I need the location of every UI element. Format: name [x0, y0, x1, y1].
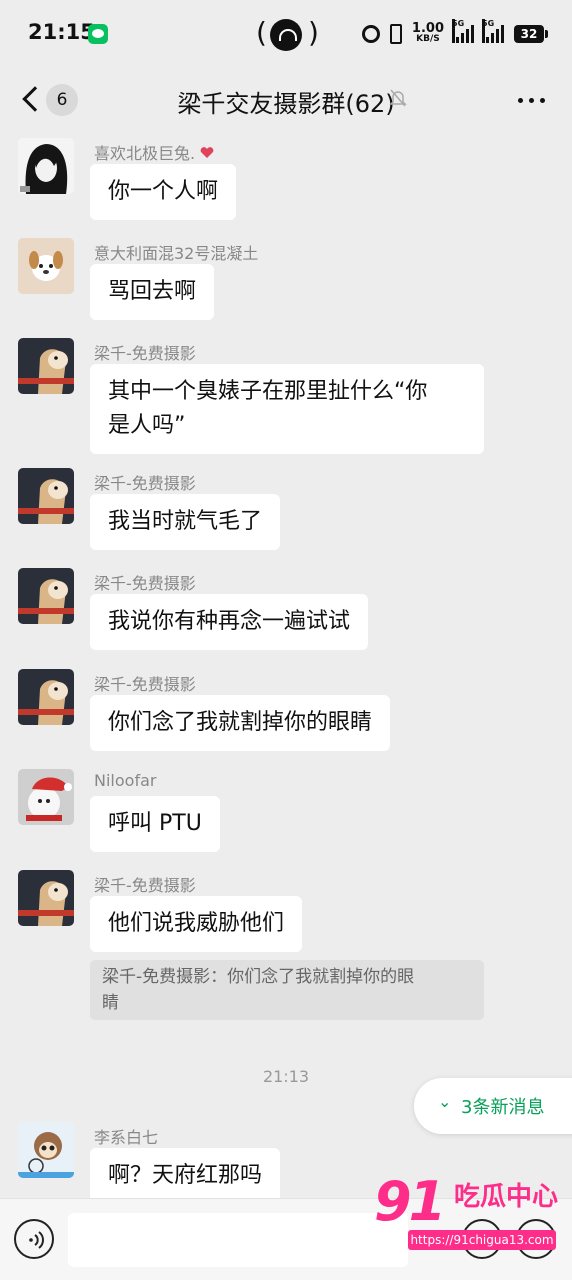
sender-name: 梁千-免费摄影 [94, 474, 196, 493]
voice-input-button[interactable] [14, 1219, 54, 1259]
message-text: 是人吗” [108, 413, 186, 438]
message-bubble[interactable]: 他们说我威胁他们 [90, 896, 303, 952]
message-bubble[interactable]: 我当时就气毛了 [90, 494, 281, 550]
sender-name: 梁千-免费摄影 [94, 876, 196, 895]
signal-type-label: 5G [452, 19, 464, 43]
watermark-number: 91 [374, 1170, 446, 1233]
wechat-notification-icon [88, 24, 108, 44]
network-speed-unit: KB/S [416, 34, 440, 44]
message-text: 其中一个臭婊子在那里扯什么“你 [108, 379, 428, 404]
avatar[interactable] [18, 138, 74, 194]
message-bubble[interactable]: 你一个人啊 [90, 164, 237, 220]
status-bar: 21:15 ( ) 1.00 KB/S 5G 5G 32 [0, 0, 572, 68]
sender-name: 梁千-免费摄影 [94, 675, 196, 694]
message-bubble[interactable]: 啊？天府红那吗 [90, 1148, 281, 1198]
more-options-button[interactable] [518, 98, 546, 104]
voice-icon [29, 1231, 44, 1249]
sender-name: 李系白七 [94, 1128, 159, 1147]
hotspot-pill-icon: ( ) [256, 16, 319, 51]
status-time: 21:15 [28, 20, 95, 44]
sender-name: 梁千-免费摄影 [94, 344, 196, 363]
message-list[interactable]: 喜欢北极巨兔. 你一个人啊 意大利面混32号混凝土 骂回去啊 梁千-免费摄影 其… [0, 132, 572, 1198]
vibrate-icon [389, 24, 402, 44]
sender-name: Niloofar [94, 771, 157, 790]
message-bubble[interactable]: 其中一个臭婊子在那里扯什么“你 是人吗” [90, 364, 484, 454]
chat-header: 6 梁千交友摄影群(62) [0, 68, 572, 132]
watermark-logo: 91 吃瓜中心 https://91chigua13.com [372, 1170, 562, 1260]
avatar[interactable] [18, 568, 74, 624]
avatar[interactable] [18, 338, 74, 394]
battery-icon: 32 [514, 25, 548, 43]
double-chevron-down-icon: ⌄ [438, 1092, 452, 1111]
mute-bell-icon [389, 89, 407, 107]
avatar[interactable] [18, 870, 74, 926]
sender-name: 意大利面混32号混凝土 [94, 244, 259, 263]
chat-title: 梁千交友摄影群(62) [177, 90, 395, 118]
signal-icon: 5G [452, 19, 474, 43]
avatar[interactable] [18, 669, 74, 725]
quoted-text: 梁千-免费摄影：你们念了我就割掉你的眼 [102, 967, 415, 987]
quoted-text: 睛 [102, 993, 119, 1013]
status-indicators: 1.00 KB/S 5G 5G 32 [361, 19, 548, 48]
message-bubble[interactable]: 我说你有种再念一遍试试 [90, 594, 369, 650]
sender-name: 梁千-免费摄影 [94, 574, 196, 593]
new-messages-label: 3条新消息 [461, 1097, 545, 1118]
avatar[interactable] [18, 1122, 74, 1178]
signal-icon: 5G [482, 19, 504, 43]
message-bubble[interactable]: 你们念了我就割掉你的眼睛 [90, 695, 391, 751]
message-input[interactable] [68, 1213, 408, 1267]
heart-icon [200, 144, 214, 158]
message-bubble[interactable]: 呼叫 PTU [90, 796, 220, 852]
avatar[interactable] [18, 468, 74, 524]
alarm-icon [361, 25, 380, 43]
watermark-url: https://91chigua13.com [408, 1230, 556, 1250]
avatar[interactable] [18, 238, 74, 294]
network-speed: 1.00 KB/S [411, 21, 444, 44]
avatar[interactable] [18, 769, 74, 825]
sender-name: 喜欢北极巨兔. [94, 144, 196, 163]
network-speed-value: 1.00 [411, 21, 444, 36]
message-bubble[interactable]: 骂回去啊 [90, 264, 215, 320]
watermark-text: 吃瓜中心 [454, 1182, 559, 1212]
new-messages-button[interactable]: ⌄ 3条新消息 [414, 1078, 572, 1134]
quoted-message[interactable]: 梁千-免费摄影：你们念了我就割掉你的眼 睛 [90, 960, 484, 1020]
signal-type-label: 5G [482, 19, 494, 43]
